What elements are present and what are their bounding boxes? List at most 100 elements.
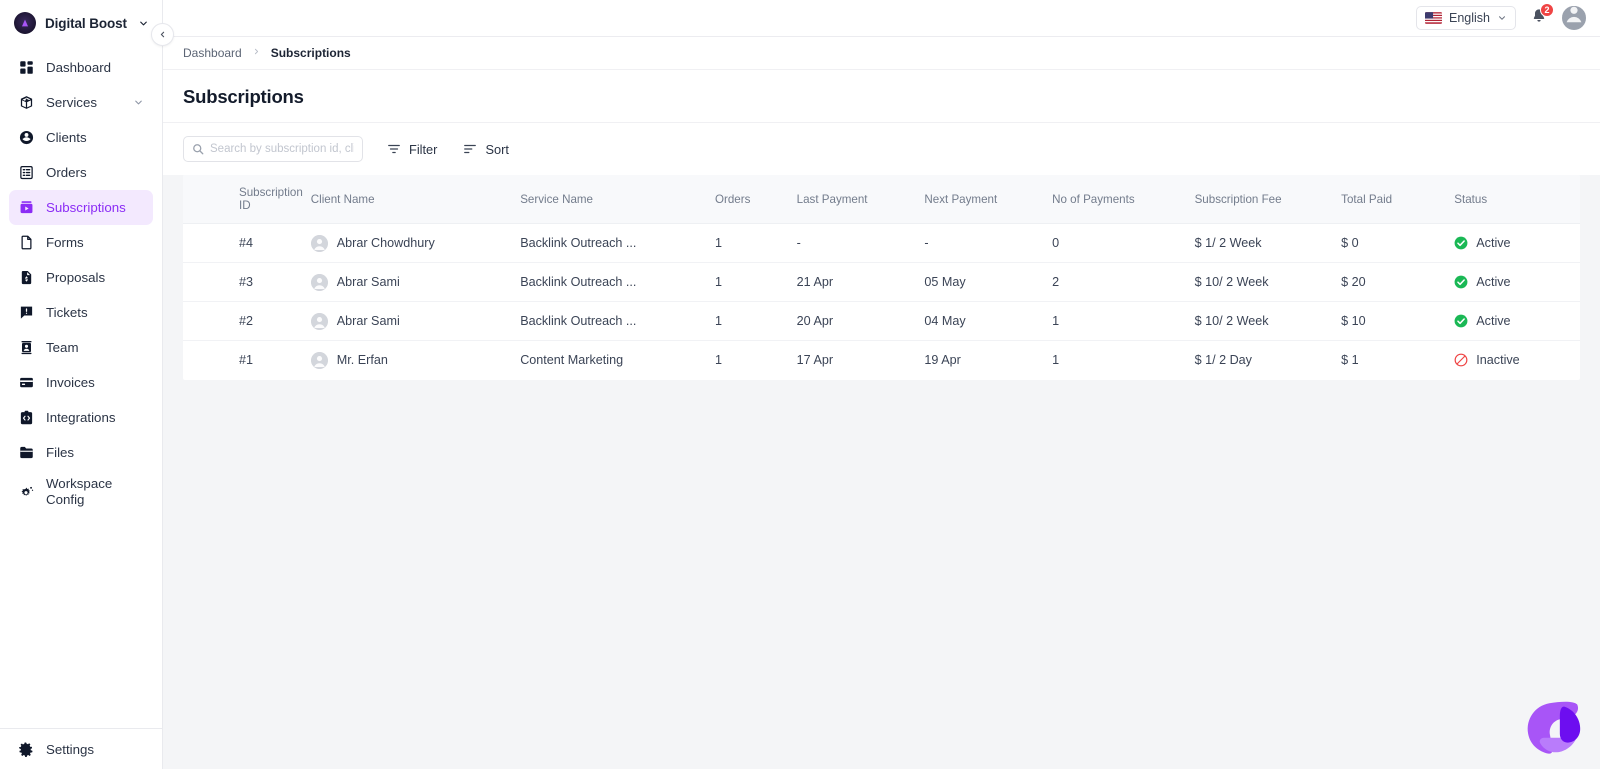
sidebar-item-label: Forms (46, 235, 84, 250)
cell-next-payment: 05 May (924, 262, 1053, 302)
gear-icon (18, 741, 34, 757)
notification-badge: 2 (1540, 3, 1554, 17)
cell-client-name: Abrar Chowdhury (310, 223, 521, 263)
sidebar-item-label: Dashboard (46, 60, 112, 75)
sidebar-item-label: Orders (46, 165, 87, 180)
chevron-down-icon (138, 18, 149, 29)
sidebar-item-tickets[interactable]: Tickets (9, 295, 153, 330)
filter-button[interactable]: Filter (385, 136, 439, 162)
cell-client-name: Abrar Sami (310, 301, 521, 341)
search-input[interactable] (210, 143, 354, 155)
chevron-right-icon (252, 47, 261, 59)
sidebar-item-label: Proposals (46, 270, 106, 285)
cell-total-paid: $ 10 (1341, 301, 1455, 341)
cell-subscription-fee: $ 1/ 2 Day (1194, 353, 1252, 368)
status-badge: Inactive (1476, 353, 1520, 368)
col-next-payment[interactable]: Next Payment (924, 175, 1053, 224)
sidebar-item-dashboard[interactable]: Dashboard (9, 50, 153, 85)
breadcrumb: Dashboard Subscriptions (163, 37, 1600, 70)
sidebar: Digital Boost Dashboard Services Clients… (0, 0, 174, 769)
sidebar-item-label: Subscriptions (46, 200, 126, 215)
chat-widget-button[interactable] (1524, 699, 1586, 761)
sidebar-item-invoices[interactable]: Invoices (9, 365, 153, 400)
sidebar-item-workspace-config[interactable]: Workspace Config (9, 470, 153, 514)
sidebar-item-label: Workspace Config (46, 476, 113, 507)
col-no-of-payments[interactable]: No of Payments (1052, 175, 1195, 224)
col-total-paid[interactable]: Total Paid (1341, 175, 1455, 224)
sidebar-item-label: Settings (46, 741, 95, 757)
breadcrumb-current: Subscriptions (270, 46, 351, 60)
card-invoice-icon (18, 375, 34, 391)
cell-orders: 1 (714, 223, 797, 263)
sort-icon (463, 142, 477, 156)
status-badge: Active (1476, 236, 1511, 250)
subscriptions-icon (18, 200, 34, 216)
table-row[interactable]: #3 Abrar Sami Backlink Outreach ... 1 21… (183, 262, 1580, 302)
col-last-payment[interactable]: Last Payment (796, 175, 925, 224)
search-icon (192, 143, 204, 155)
language-label: English (1449, 11, 1490, 25)
triangle-logo-icon (14, 12, 36, 34)
avatar (310, 312, 328, 330)
sidebar-item-settings[interactable]: Settings (0, 729, 162, 769)
sidebar-item-orders[interactable]: Orders (9, 155, 153, 190)
table-row[interactable]: #1 Mr. Erfan Content Marketing 1 17 Apr … (183, 341, 1580, 380)
cell-status: Active (1454, 262, 1580, 302)
col-subscription-fee[interactable]: Subscription Fee (1194, 175, 1342, 224)
cell-subscription-id: #1 (239, 353, 254, 368)
col-subscription-id[interactable]: Subscription ID (183, 175, 311, 224)
avatar (310, 234, 328, 252)
filter-icon (387, 142, 401, 156)
sidebar-item-files[interactable]: Files (9, 435, 153, 470)
table-toolbar: Filter Sort (163, 123, 1600, 175)
cell-no-of-payments: 2 (1052, 262, 1195, 302)
cell-orders: 1 (714, 262, 797, 302)
cell-status: Inactive (1454, 341, 1580, 380)
brand-switcher[interactable]: Digital Boost (0, 0, 162, 46)
client-name-text: Mr. Erfan (336, 353, 388, 368)
client-name-text: Abrar Chowdhury (336, 236, 435, 250)
subscriptions-table-card: Subscription ID Client Name Service Name… (183, 175, 1580, 380)
language-selector[interactable]: English (1416, 6, 1516, 30)
top-bar: English 2 (163, 0, 1600, 37)
table-row[interactable]: #2 Abrar Sami Backlink Outreach ... 1 20… (183, 301, 1580, 341)
notifications-button[interactable]: 2 (1528, 3, 1554, 30)
cell-service-name: Backlink Outreach ... (520, 223, 715, 263)
col-status[interactable]: Status (1454, 175, 1580, 224)
cell-service-name: Backlink Outreach ... (520, 262, 715, 302)
gear-config-icon (18, 484, 34, 500)
sort-button[interactable]: Sort (461, 136, 510, 162)
sidebar-item-forms[interactable]: Forms (9, 225, 153, 260)
cell-subscription-id: #2 (183, 301, 311, 341)
breadcrumb-dashboard[interactable]: Dashboard (183, 46, 242, 60)
table-header: Subscription ID Client Name Service Name… (183, 175, 1580, 224)
sidebar-collapse-button[interactable] (151, 23, 174, 46)
list-table-icon (18, 165, 34, 181)
proposal-doc-icon (18, 270, 34, 286)
ticket-alert-icon (18, 305, 34, 321)
sidebar-item-proposals[interactable]: Proposals (9, 260, 153, 295)
chevron-down-icon[interactable] (133, 97, 144, 108)
page-header: Subscriptions (163, 70, 1600, 123)
user-avatar-button[interactable] (1562, 6, 1586, 30)
status-active-icon (1454, 314, 1468, 328)
sidebar-item-services[interactable]: Services (9, 85, 153, 120)
cell-status: Active (1454, 301, 1580, 341)
cell-last-payment: - (796, 223, 925, 263)
sidebar-item-subscriptions[interactable]: Subscriptions (9, 190, 153, 225)
col-client-name[interactable]: Client Name (310, 175, 521, 224)
cell-last-payment: 20 Apr (796, 301, 925, 341)
table-row[interactable]: #4 Abrar Chowdhury Backlink Outreach ... (183, 223, 1580, 263)
filter-label: Filter (409, 141, 438, 157)
sidebar-item-label: Invoices (46, 375, 95, 390)
col-service-name[interactable]: Service Name (520, 175, 715, 224)
search-box[interactable] (183, 136, 363, 162)
sidebar-item-team[interactable]: Team (9, 330, 153, 365)
cell-subscription-id: #4 (183, 223, 311, 263)
col-orders[interactable]: Orders (714, 175, 797, 224)
app-root: Digital Boost Dashboard Services Clients… (0, 0, 1600, 769)
avatar (310, 273, 328, 291)
sidebar-item-integrations[interactable]: Integrations (9, 400, 153, 435)
sidebar-item-clients[interactable]: Clients (9, 120, 153, 155)
sidebar-item-label: Services (46, 95, 97, 110)
